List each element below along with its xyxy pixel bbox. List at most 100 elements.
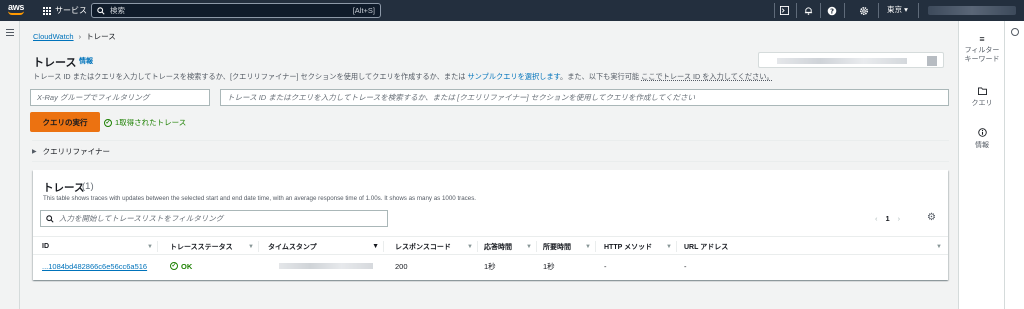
sort-icon: ▼ (147, 243, 153, 250)
search-shortcut: [Alt+S] (352, 6, 375, 15)
nav-divider (774, 3, 775, 18)
column-divider (258, 241, 259, 252)
breadcrumb: CloudWatch › トレース (33, 31, 116, 42)
filter-keyword-label: フィルターキーワード (964, 47, 1000, 63)
trace-list-filter-input[interactable]: 入力を開始してトレースリストをフィルタリング (40, 210, 388, 227)
caret-right-icon: ▶ (32, 148, 37, 155)
trace-status-cell: ✓ OK (170, 256, 192, 276)
top-navigation: aws サービス 検索 [Alt+S] ? 東京 ▾ (0, 0, 1024, 21)
query-tool[interactable]: クエリ (959, 87, 1005, 108)
svg-text:?: ? (830, 7, 834, 15)
filter-keyword-tool[interactable]: ≡ フィルターキーワード (959, 35, 1005, 64)
column-divider (536, 241, 537, 252)
grid-icon (42, 6, 51, 15)
left-side-rail (0, 21, 20, 309)
column-header-timestamp[interactable]: タイムスタンプ ▼ (268, 237, 383, 256)
trace-query-input[interactable]: トレース ID またはクエリを入力してトレースを検索するか、または [クエリリフ… (220, 89, 949, 106)
sort-icon: ▼ (467, 243, 473, 250)
column-header-id[interactable]: ID ▼ (42, 237, 157, 256)
check-circle-icon: ✓ (104, 118, 112, 127)
column-divider (595, 241, 596, 252)
sort-icon: ▼ (666, 243, 672, 250)
info-link[interactable]: 情報 (79, 56, 93, 66)
sort-icon: ▼ (526, 243, 532, 250)
page-title: トレース (33, 57, 77, 69)
list-icon: ≡ (979, 34, 985, 44)
trace-id-cell: ...1084bd482866c6e56cc6a516 (42, 256, 147, 276)
query-refiner-expander[interactable]: ▶ クエリリファイナー (32, 140, 949, 162)
page-number[interactable]: 1 (886, 214, 890, 223)
table-settings-icon[interactable]: ⚙ (927, 213, 937, 223)
nav-divider (878, 3, 879, 18)
column-label: トレースステータス (170, 243, 233, 251)
trace-id-link[interactable]: ...1084bd482866c6e56cc6a516 (42, 262, 147, 271)
info-icon (959, 128, 1005, 139)
aws-logo-text: aws (8, 2, 25, 12)
description-text-2: 。また、以下も実行可能 (560, 72, 640, 81)
account-menu-redacted[interactable] (928, 6, 1016, 15)
traces-description: This table shows traces with updates bet… (43, 195, 477, 202)
far-right-rail (1004, 21, 1024, 309)
breadcrumb-current: トレース (86, 32, 116, 41)
info-tool[interactable]: 情報 (959, 128, 1005, 150)
settings-icon[interactable] (857, 4, 871, 18)
xray-group-placeholder: X-Ray グループでフィルタリング (37, 93, 150, 102)
services-menu-button[interactable]: サービス (42, 4, 87, 17)
traces-count: (1) (82, 181, 94, 192)
nav-divider (820, 3, 821, 18)
trace-status-text: OK (181, 261, 193, 271)
sample-query-link[interactable]: サンプルクエリを選択します (467, 72, 560, 81)
nav-divider (918, 3, 919, 18)
aws-logo[interactable]: aws (8, 3, 30, 18)
traces-title: トレース (43, 182, 85, 194)
search-icon (46, 214, 54, 223)
column-header-response-time[interactable]: 応答時間 ▼ (484, 237, 536, 256)
query-refiner-label: クエリリファイナー (42, 146, 110, 156)
column-label: タイムスタンプ (268, 243, 317, 251)
region-selector[interactable]: 東京 ▾ (887, 4, 908, 15)
response-time-cell: 1秒 (484, 261, 496, 271)
traces-panel: トレース (1) This table shows traces with up… (33, 170, 948, 280)
bell-icon[interactable] (801, 4, 815, 18)
search-icon (97, 6, 105, 15)
chevron-right-icon[interactable]: › (898, 214, 901, 223)
column-header-http-method[interactable]: HTTP メソッド ▼ (604, 237, 676, 256)
info-tool-label: 情報 (975, 142, 989, 149)
sort-active-icon: ▼ (372, 243, 379, 250)
table-row: ...1084bd482866c6e56cc6a516 ✓ OK 200 1秒 … (33, 256, 948, 276)
column-label: レスポンスコード (395, 243, 451, 251)
column-label: 応答時間 (484, 243, 512, 251)
chevron-left-icon[interactable]: ‹ (875, 214, 878, 223)
search-placeholder: 検索 (110, 6, 125, 15)
pagination: ‹ 1 › (875, 214, 900, 223)
query-tool-label: クエリ (971, 100, 993, 107)
column-label: HTTP メソッド (604, 243, 653, 251)
query-status: ✓ 1取得されたトレース (104, 117, 186, 128)
column-header-duration[interactable]: 所要時間 ▼ (543, 237, 595, 256)
check-circle-icon: ✓ (170, 262, 178, 270)
xray-group-filter-input[interactable]: X-Ray グループでフィルタリング (30, 89, 210, 106)
http-method-cell: - (604, 261, 607, 271)
column-header-url[interactable]: URL アドレス ▼ (684, 237, 946, 256)
cloudshell-icon[interactable] (777, 4, 791, 18)
nav-divider (796, 3, 797, 18)
menu-icon[interactable] (6, 29, 14, 38)
column-divider (383, 241, 384, 252)
enter-trace-id-link[interactable]: ここでトレース ID を入力してください。 (641, 72, 774, 81)
response-code-cell: 200 (395, 261, 408, 271)
right-tools-rail: ≡ フィルターキーワード クエリ 情報 (958, 21, 1004, 309)
column-label: 所要時間 (543, 243, 571, 251)
table-header: ID ▼ トレースステータス ▼ タイムスタンプ ▼ レスポンスコード ▼ 応答時間 ▼ … (33, 236, 948, 255)
redacted-control[interactable] (758, 52, 944, 68)
global-search-input[interactable]: 検索 [Alt+S] (91, 3, 381, 18)
column-label: URL アドレス (684, 243, 729, 251)
circle-icon[interactable] (1011, 28, 1019, 36)
column-header-status[interactable]: トレースステータス ▼ (170, 237, 258, 256)
run-query-button[interactable]: クエリの実行 (30, 112, 100, 132)
column-header-response-code[interactable]: レスポンスコード ▼ (395, 237, 477, 256)
help-icon[interactable]: ? (825, 4, 839, 18)
breadcrumb-cloudwatch-link[interactable]: CloudWatch (33, 32, 74, 41)
services-label: サービス (55, 6, 87, 15)
trace-query-placeholder: トレース ID またはクエリを入力してトレースを検索するか、または [クエリリフ… (227, 93, 696, 102)
url-cell: - (684, 261, 687, 271)
